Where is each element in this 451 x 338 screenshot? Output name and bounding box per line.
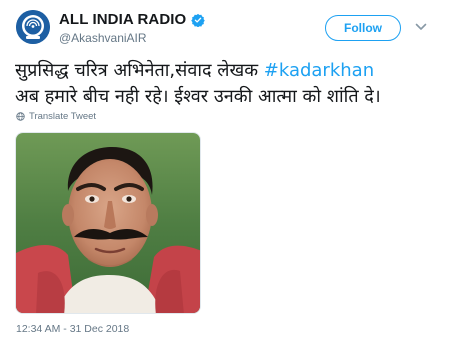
translate-tweet-label[interactable]: Translate Tweet [29,111,96,122]
tweet-card: ALL INDIA RADIO @AkashvaniAIR Follow सुप… [0,0,451,338]
portrait-photo [16,133,200,313]
tweet-timestamp[interactable]: 12:34 AM - 31 Dec 2018 [16,323,129,335]
tweet-text-line-1: सुप्रसिद्ध चरित्र अभिनेता,संवाद लेखक #ka… [15,58,445,84]
translate-tweet-link[interactable]: Translate Tweet [16,111,96,122]
globe-icon [16,112,25,121]
display-name[interactable]: ALL INDIA RADIO [59,11,186,28]
verified-badge-icon [191,13,206,27]
follow-button[interactable]: Follow [325,15,401,41]
all-india-radio-logo-icon [16,10,50,44]
profile-avatar[interactable] [16,10,50,44]
tweet-text: सुप्रसिद्ध चरित्र अभिनेता,संवाद लेखक #ka… [15,58,445,110]
account-handle[interactable]: @AkashvaniAIR [59,31,147,45]
tweet-text-prefix: सुप्रसिद्ध चरित्र अभिनेता,संवाद लेखक [15,60,264,81]
display-name-row[interactable]: ALL INDIA RADIO [59,11,206,28]
tweet-photo[interactable] [15,132,201,314]
tweet-text-line-2: अब हमारे बीच नही रहे। ईश्वर उनकी आत्मा क… [15,86,381,107]
chevron-down-icon[interactable] [415,22,427,32]
hashtag-link[interactable]: #kadarkhan [264,60,374,81]
